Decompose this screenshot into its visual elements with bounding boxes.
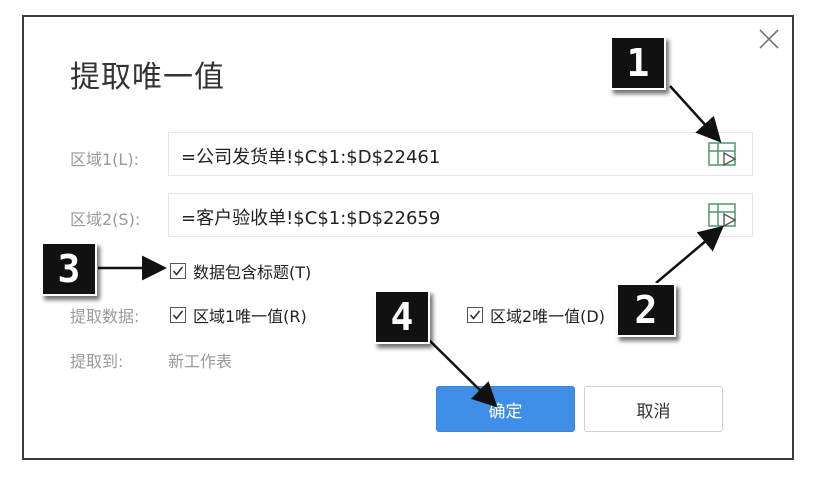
annotation-marker-3: 3 [41,242,97,296]
annotation-marker-2: 2 [616,283,676,337]
annotation-marker-4: 4 [374,290,430,344]
annotation-arrows [98,85,724,408]
annotation-marker-1: 1 [610,36,666,90]
